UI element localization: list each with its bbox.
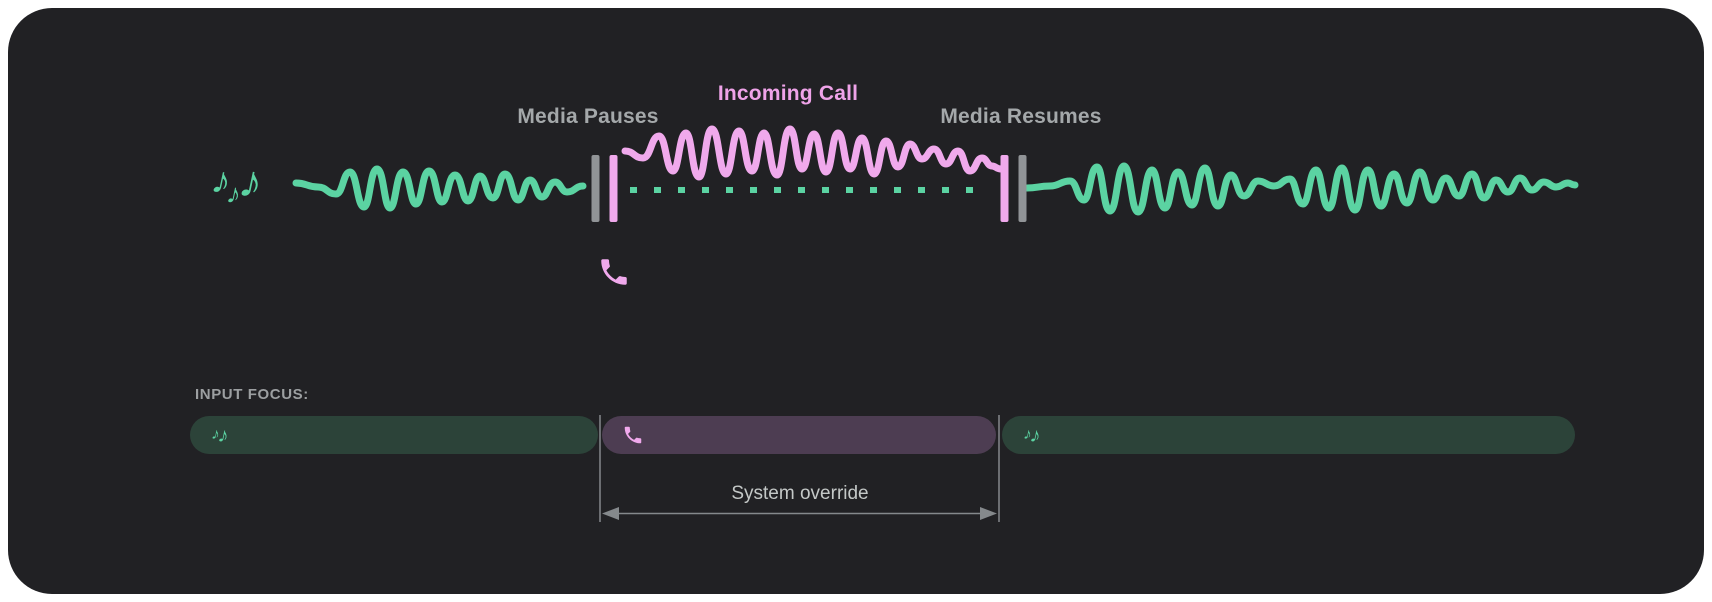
media-resumes-label: Media Resumes (940, 105, 1101, 129)
music-notes-icon: ♪ ♪ ♪ (208, 160, 258, 206)
override-arrowhead-left (602, 507, 619, 520)
media-wave-after (1027, 166, 1575, 212)
phone-icon (622, 424, 644, 446)
phone-icon (597, 255, 631, 289)
focus-segment-call (602, 416, 996, 454)
media-wave-before (296, 169, 583, 208)
music-notes-icon: ♪ ♪ (210, 425, 227, 446)
pause-marker-pink (610, 155, 618, 222)
resume-marker-gray (1019, 155, 1027, 222)
pause-marker-gray (592, 155, 600, 222)
audio-focus-diagram: Media Pauses Incoming Call Media Resumes… (0, 0, 1712, 602)
override-arrowhead-right (980, 507, 997, 520)
input-focus-heading: INPUT FOCUS: (195, 386, 309, 403)
call-wave (625, 129, 1001, 177)
focus-segment-media-after: ♪ ♪ (1002, 416, 1575, 454)
resume-marker-pink (1001, 155, 1009, 222)
incoming-call-label: Incoming Call (718, 82, 858, 106)
focus-segment-media-before: ♪ ♪ (190, 416, 598, 454)
media-pauses-label: Media Pauses (517, 105, 658, 129)
music-notes-icon: ♪ ♪ (1022, 425, 1039, 446)
system-override-label: System override (731, 483, 868, 505)
